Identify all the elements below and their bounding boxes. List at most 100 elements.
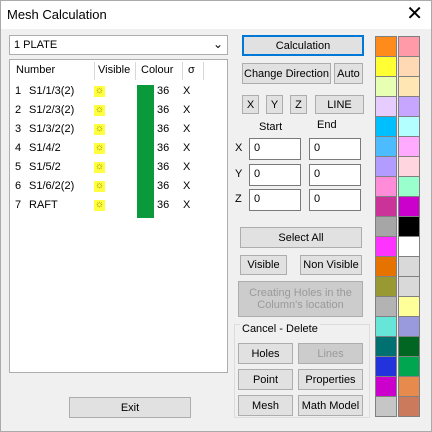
row-sigma[interactable]: X bbox=[183, 199, 190, 211]
y-coord-label: Y bbox=[235, 168, 243, 180]
visible-sun-icon[interactable]: ☼ bbox=[94, 181, 105, 192]
mesh-calculation-dialog: Mesh Calculation ✕ 1 PLATE ⌄ Number Visi… bbox=[0, 0, 432, 432]
lines-button[interactable]: Lines bbox=[298, 343, 363, 364]
point-button[interactable]: Point bbox=[238, 369, 293, 390]
table-row[interactable]: 5 S1/5/2 ☼ 36 X bbox=[10, 158, 227, 180]
row-sigma[interactable]: X bbox=[183, 161, 190, 173]
exit-button[interactable]: Exit bbox=[69, 397, 191, 418]
z-start-field[interactable]: 0 bbox=[249, 189, 301, 211]
palette-colour-cell[interactable] bbox=[398, 256, 420, 277]
palette-colour-cell[interactable] bbox=[398, 76, 420, 97]
palette-colour-cell[interactable] bbox=[375, 356, 397, 377]
palette-colour-cell[interactable] bbox=[375, 316, 397, 337]
end-label: End bbox=[317, 119, 337, 131]
title-bar: Mesh Calculation ✕ bbox=[1, 1, 431, 29]
close-icon[interactable]: ✕ bbox=[406, 3, 423, 25]
x-start-field[interactable]: 0 bbox=[249, 138, 301, 160]
palette-colour-cell[interactable] bbox=[375, 36, 397, 57]
calculation-button[interactable]: Calculation bbox=[242, 35, 364, 56]
table-row[interactable]: 2 S1/2/3(2) ☼ 36 X bbox=[10, 101, 227, 123]
select-all-button[interactable]: Select All bbox=[240, 227, 362, 248]
palette-colour-cell[interactable] bbox=[398, 376, 420, 397]
palette-colour-cell[interactable] bbox=[398, 296, 420, 317]
table-row[interactable]: 1 S1/1/3(2) ☼ 36 X bbox=[10, 82, 227, 104]
holes-button[interactable]: Holes bbox=[238, 343, 293, 364]
palette-colour-cell[interactable] bbox=[398, 196, 420, 217]
palette-colour-cell[interactable] bbox=[398, 56, 420, 77]
z-button[interactable]: Z bbox=[290, 95, 307, 114]
palette-colour-cell[interactable] bbox=[375, 336, 397, 357]
palette-colour-cell[interactable] bbox=[375, 376, 397, 397]
row-index: 7 bbox=[15, 199, 22, 211]
math-model-button[interactable]: Math Model bbox=[298, 395, 363, 416]
visible-sun-icon[interactable]: ☼ bbox=[94, 143, 105, 154]
palette-colour-cell[interactable] bbox=[398, 156, 420, 177]
line-button[interactable]: LINE bbox=[315, 95, 364, 114]
x-end-field[interactable]: 0 bbox=[309, 138, 361, 160]
row-sigma[interactable]: X bbox=[183, 180, 190, 192]
chevron-down-icon[interactable]: ⌄ bbox=[213, 37, 223, 51]
table-row[interactable]: 3 S1/3/2(2) ☼ 36 X bbox=[10, 120, 227, 142]
auto-button[interactable]: Auto bbox=[334, 63, 363, 84]
plate-list[interactable]: Number Visible Colour σ 1 S1/1/3(2) ☼ 36 X 2 S… bbox=[9, 59, 228, 373]
mesh-button[interactable]: Mesh bbox=[238, 395, 293, 416]
change-direction-button[interactable]: Change Direction bbox=[242, 63, 331, 84]
palette-colour-cell[interactable] bbox=[375, 196, 397, 217]
visible-sun-icon[interactable]: ☼ bbox=[94, 86, 105, 97]
palette-colour-cell[interactable] bbox=[398, 336, 420, 357]
palette-colour-cell[interactable] bbox=[398, 356, 420, 377]
palette-colour-cell[interactable] bbox=[398, 176, 420, 197]
plate-select[interactable]: 1 PLATE ⌄ bbox=[9, 35, 228, 55]
table-row[interactable]: 4 S1/4/2 ☼ 36 X bbox=[10, 139, 227, 161]
palette-colour-cell[interactable] bbox=[375, 176, 397, 197]
palette-colour-cell[interactable] bbox=[398, 136, 420, 157]
y-start-field[interactable]: 0 bbox=[249, 164, 301, 186]
palette-colour-cell[interactable] bbox=[375, 216, 397, 237]
header-colour[interactable]: Colour bbox=[141, 64, 173, 80]
table-row[interactable]: 7 RAFT ☼ 36 X bbox=[10, 196, 227, 218]
row-name: S1/3/2(2) bbox=[29, 123, 75, 135]
properties-button[interactable]: Properties bbox=[298, 369, 363, 390]
palette-colour-cell[interactable] bbox=[375, 136, 397, 157]
row-sigma[interactable]: X bbox=[183, 104, 190, 116]
palette-colour-cell[interactable] bbox=[398, 216, 420, 237]
row-sigma[interactable]: X bbox=[183, 85, 190, 97]
palette-colour-cell[interactable] bbox=[398, 96, 420, 117]
creating-holes-button[interactable]: Creating Holes in the Column's location bbox=[238, 281, 363, 317]
palette-colour-cell[interactable] bbox=[375, 256, 397, 277]
palette-colour-cell[interactable] bbox=[398, 36, 420, 57]
palette-colour-cell[interactable] bbox=[375, 236, 397, 257]
palette-colour-cell[interactable] bbox=[375, 56, 397, 77]
z-end-field[interactable]: 0 bbox=[309, 189, 361, 211]
palette-colour-cell[interactable] bbox=[375, 396, 397, 417]
palette-colour-cell[interactable] bbox=[375, 156, 397, 177]
table-row[interactable]: 6 S1/6/2(2) ☼ 36 X bbox=[10, 177, 227, 199]
palette-colour-cell[interactable] bbox=[398, 396, 420, 417]
palette-colour-cell[interactable] bbox=[375, 296, 397, 317]
row-sigma[interactable]: X bbox=[183, 142, 190, 154]
header-sigma[interactable]: σ bbox=[188, 64, 195, 80]
window-title: Mesh Calculation bbox=[7, 7, 107, 22]
non-visible-button[interactable]: Non Visible bbox=[300, 255, 362, 275]
palette-colour-cell[interactable] bbox=[398, 116, 420, 137]
visible-button[interactable]: Visible bbox=[240, 255, 287, 275]
visible-sun-icon[interactable]: ☼ bbox=[94, 200, 105, 211]
palette-colour-cell[interactable] bbox=[375, 76, 397, 97]
palette-colour-cell[interactable] bbox=[375, 116, 397, 137]
palette-colour-cell[interactable] bbox=[398, 316, 420, 337]
visible-sun-icon[interactable]: ☼ bbox=[94, 162, 105, 173]
y-end-field[interactable]: 0 bbox=[309, 164, 361, 186]
colour-swatch[interactable] bbox=[137, 199, 154, 218]
row-sigma[interactable]: X bbox=[183, 123, 190, 135]
row-colour-value: 36 bbox=[157, 161, 170, 173]
palette-colour-cell[interactable] bbox=[398, 276, 420, 297]
x-button[interactable]: X bbox=[242, 95, 259, 114]
visible-sun-icon[interactable]: ☼ bbox=[94, 105, 105, 116]
header-visible[interactable]: Visible bbox=[98, 64, 130, 80]
palette-colour-cell[interactable] bbox=[375, 276, 397, 297]
palette-colour-cell[interactable] bbox=[375, 96, 397, 117]
visible-sun-icon[interactable]: ☼ bbox=[94, 124, 105, 135]
palette-colour-cell[interactable] bbox=[398, 236, 420, 257]
header-number[interactable]: Number bbox=[16, 64, 55, 80]
y-button[interactable]: Y bbox=[266, 95, 283, 114]
